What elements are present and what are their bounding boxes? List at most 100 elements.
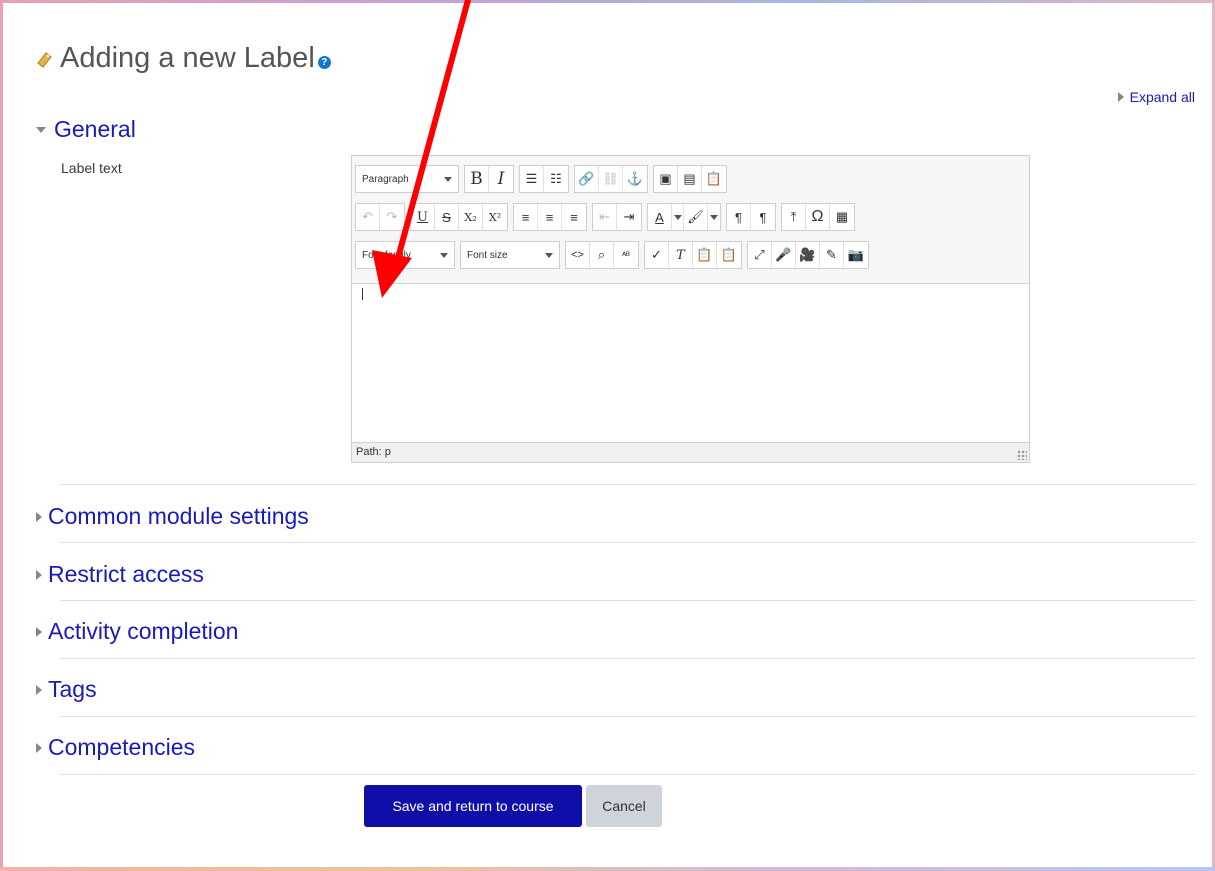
case-change-icon[interactable]: ᴬᴮ (614, 242, 638, 268)
paste-text-icon[interactable]: 📋 (693, 242, 717, 268)
ordered-list-icon[interactable]: ☷ (544, 166, 568, 192)
section-activity-completion[interactable]: Activity completion (36, 618, 238, 645)
pencil-icon[interactable]: ✎ (820, 242, 844, 268)
toolbar-row-2: ↶ ↷ U S X₂ X² ≡ ≡ ≡ ⇤ ⇥ A 🖌 ¶ ¶ ⤒ Ω ▦ (355, 200, 1026, 234)
section-tags[interactable]: Tags (36, 676, 97, 703)
link-icon[interactable]: 🔗 (575, 166, 599, 192)
tag-icon (37, 51, 52, 68)
font-size-select-label: Font size (467, 249, 508, 261)
align-left-icon[interactable]: ≡ (514, 204, 538, 230)
strikethrough-button[interactable]: S (435, 204, 459, 230)
cancel-button[interactable]: Cancel (586, 785, 662, 827)
section-divider (60, 716, 1195, 717)
undo-icon[interactable]: ↶ (356, 204, 380, 230)
outdent-icon[interactable]: ⇤ (593, 204, 617, 230)
section-divider (60, 484, 1195, 485)
background-color-dropdown[interactable] (708, 204, 720, 230)
italic-button[interactable]: I (489, 166, 513, 192)
indent-icon[interactable]: ⇥ (617, 204, 641, 230)
video-camera-icon[interactable]: 🎥 (796, 242, 820, 268)
align-right-icon[interactable]: ≡ (562, 204, 586, 230)
superscript-button[interactable]: X² (483, 204, 507, 230)
find-replace-icon[interactable]: ⌕ (590, 242, 614, 268)
upload-icon[interactable]: ⤒ (782, 204, 806, 230)
editor-content-area[interactable] (352, 284, 1029, 443)
microphone-icon[interactable]: 🎤 (772, 242, 796, 268)
section-general-header[interactable]: General (36, 116, 136, 143)
section-label: Restrict access (48, 561, 204, 587)
help-icon[interactable]: ? (317, 56, 331, 69)
code-view-icon[interactable]: <> (566, 242, 590, 268)
link-group: 🔗 ⛓ ⚓ (574, 165, 648, 193)
chevron-down-icon (545, 252, 553, 258)
section-label: Tags (48, 676, 97, 702)
ltr-icon[interactable]: ¶ (727, 204, 751, 230)
section-divider (60, 774, 1195, 775)
page-frame-bottom (0, 867, 1215, 871)
unordered-list-icon[interactable]: ☰ (520, 166, 544, 192)
font-size-select[interactable]: Font size (460, 241, 560, 269)
section-divider (60, 600, 1195, 601)
text-color-dropdown[interactable] (672, 204, 684, 230)
editor-toolbar: Paragraph B I ☰ ☷ 🔗 ⛓ ⚓ ▣ ▤ 📋 ↶ ↷ U S X₂… (352, 156, 1029, 284)
clear-format-icon[interactable]: T (669, 242, 693, 268)
section-label: Activity completion (48, 618, 239, 644)
subscript-button[interactable]: X₂ (459, 204, 483, 230)
expand-all-label: Expand all (1129, 89, 1195, 105)
underline-button[interactable]: U (411, 204, 435, 230)
page-title-text: Adding a new Label (60, 42, 315, 74)
save-and-return-button[interactable]: Save and return to course (364, 785, 582, 827)
expand-all-link[interactable]: Expand all (1117, 89, 1195, 105)
expand-triangle-icon (36, 742, 42, 753)
font-family-select[interactable]: Font family (355, 241, 455, 269)
script-group: U S X₂ X² (410, 203, 508, 231)
section-competencies[interactable]: Competencies (36, 734, 195, 761)
font-family-select-label: Font family (362, 249, 411, 261)
rich-text-editor: Paragraph B I ☰ ☷ 🔗 ⛓ ⚓ ▣ ▤ 📋 ↶ ↷ U S X₂… (351, 155, 1030, 463)
background-color-icon[interactable]: 🖌 (684, 204, 708, 230)
paste-icon[interactable]: 📋 (702, 166, 726, 192)
collapse-triangle-icon (36, 126, 46, 133)
unlink-icon[interactable]: ⛓ (599, 166, 623, 192)
text-cursor (362, 288, 363, 300)
expand-triangle-icon (36, 684, 42, 695)
paste-word-icon[interactable]: 📋 (717, 242, 741, 268)
resize-grip-icon[interactable] (1017, 450, 1027, 460)
indent-group: ⇤ ⇥ (592, 203, 642, 231)
spellcheck-icon[interactable]: ✓ (645, 242, 669, 268)
section-common-module-settings[interactable]: Common module settings (36, 503, 309, 530)
section-divider (60, 542, 1195, 543)
section-general-label: General (54, 116, 136, 142)
align-center-icon[interactable]: ≡ (538, 204, 562, 230)
media-icon[interactable]: ▤ (678, 166, 702, 192)
image-icon[interactable]: ▣ (654, 166, 678, 192)
rtl-icon[interactable]: ¶ (751, 204, 775, 230)
label-text-field-label: Label text (61, 160, 122, 176)
page-title: Adding a new Label ? (34, 42, 331, 75)
align-group: ≡ ≡ ≡ (513, 203, 587, 231)
toolbar-row-1: Paragraph B I ☰ ☷ 🔗 ⛓ ⚓ ▣ ▤ 📋 (355, 162, 1026, 196)
section-restrict-access[interactable]: Restrict access (36, 561, 204, 588)
editor-path: Path: p (356, 446, 391, 458)
paragraph-select[interactable]: Paragraph (355, 165, 459, 193)
fullscreen-icon[interactable]: ⤢ (748, 242, 772, 268)
toolbar-row-3: Font family Font size <> ⌕ ᴬᴮ ✓ T 📋 📋 ⤢ … (355, 238, 1026, 272)
paragraph-select-label: Paragraph (362, 173, 409, 185)
anchor-icon[interactable]: ⚓ (623, 166, 647, 192)
expand-triangle-icon (36, 626, 42, 637)
bold-button[interactable]: B (465, 166, 489, 192)
section-divider (60, 658, 1195, 659)
omega-icon[interactable]: Ω (806, 204, 830, 230)
chevron-down-icon (444, 176, 452, 182)
color-group: A 🖌 (647, 203, 721, 231)
table-icon[interactable]: ▦ (830, 204, 854, 230)
text-color-icon[interactable]: A (648, 204, 672, 230)
tools-group: <> ⌕ ᴬᴮ (565, 241, 639, 269)
media-tools-group: ⤢ 🎤 🎥 ✎ 📷 (747, 241, 869, 269)
direction-group: ¶ ¶ (726, 203, 776, 231)
clean-group: ✓ T 📋 📋 (644, 241, 742, 269)
list-group: ☰ ☷ (519, 165, 569, 193)
camera-icon[interactable]: 📷 (844, 242, 868, 268)
history-group: ↶ ↷ (355, 203, 405, 231)
redo-icon[interactable]: ↷ (380, 204, 404, 230)
